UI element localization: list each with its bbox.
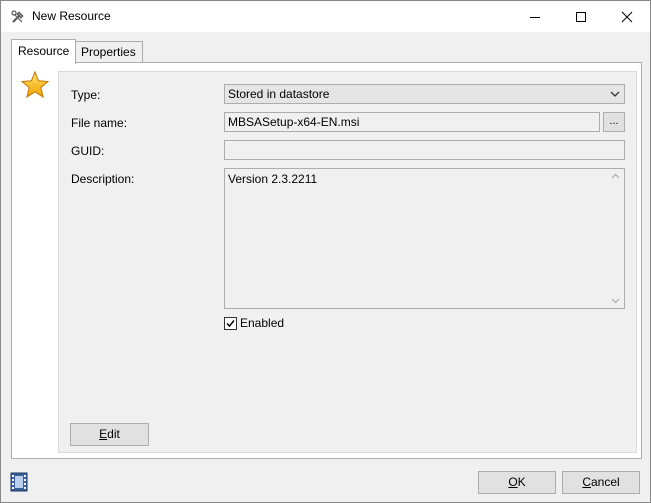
cancel-button[interactable]: Cancel [562, 471, 640, 494]
checkmark-icon [226, 320, 235, 328]
description-text: Version 2.3.2211 [228, 172, 318, 186]
cancel-mnemonic: C [582, 475, 591, 489]
enabled-label[interactable]: Enabled [240, 316, 284, 330]
guid-input[interactable] [224, 140, 625, 160]
tab-resource[interactable]: Resource [11, 39, 77, 64]
tab-panel-resource: Type: Stored in datastore File name: MBS… [11, 62, 642, 459]
ok-button[interactable]: OK [478, 471, 556, 494]
minimize-icon [530, 16, 540, 18]
close-button[interactable] [604, 1, 650, 32]
description-label: Description: [71, 172, 135, 186]
cancel-label-rest: ancel [590, 475, 620, 489]
dialog-window: New Resource Resource Properties Type: S… [0, 0, 651, 503]
close-icon [621, 11, 633, 22]
minimize-button[interactable] [512, 1, 558, 32]
filename-input[interactable]: MBSASetup-x64-EN.msi [224, 112, 600, 132]
browse-button[interactable]: ... [603, 112, 625, 132]
chevron-down-icon [610, 91, 620, 97]
type-select[interactable]: Stored in datastore [224, 84, 625, 104]
guid-label: GUID: [71, 144, 105, 158]
resource-form: Type: Stored in datastore File name: MBS… [58, 71, 637, 453]
film-strip-icon[interactable] [10, 472, 28, 492]
filename-label: File name: [71, 116, 128, 130]
window-title: New Resource [32, 9, 111, 23]
ok-mnemonic: O [508, 475, 518, 489]
scroll-up-icon[interactable] [611, 173, 620, 179]
star-icon [20, 70, 50, 103]
tab-properties[interactable]: Properties [74, 41, 143, 63]
edit-button[interactable]: Edit [70, 423, 149, 446]
description-textarea[interactable]: Version 2.3.2211 [224, 168, 625, 309]
type-label: Type: [71, 88, 101, 102]
maximize-icon [576, 11, 586, 22]
title-bar[interactable]: New Resource [1, 1, 650, 32]
type-select-value: Stored in datastore [228, 87, 330, 101]
enabled-checkbox[interactable] [224, 317, 237, 330]
maximize-button[interactable] [558, 1, 604, 32]
edit-mnemonic: E [99, 427, 108, 441]
scroll-down-icon[interactable] [611, 298, 620, 304]
tools-icon [10, 9, 26, 25]
edit-label-rest: dit [107, 427, 120, 441]
ok-label-rest: K [517, 475, 526, 489]
